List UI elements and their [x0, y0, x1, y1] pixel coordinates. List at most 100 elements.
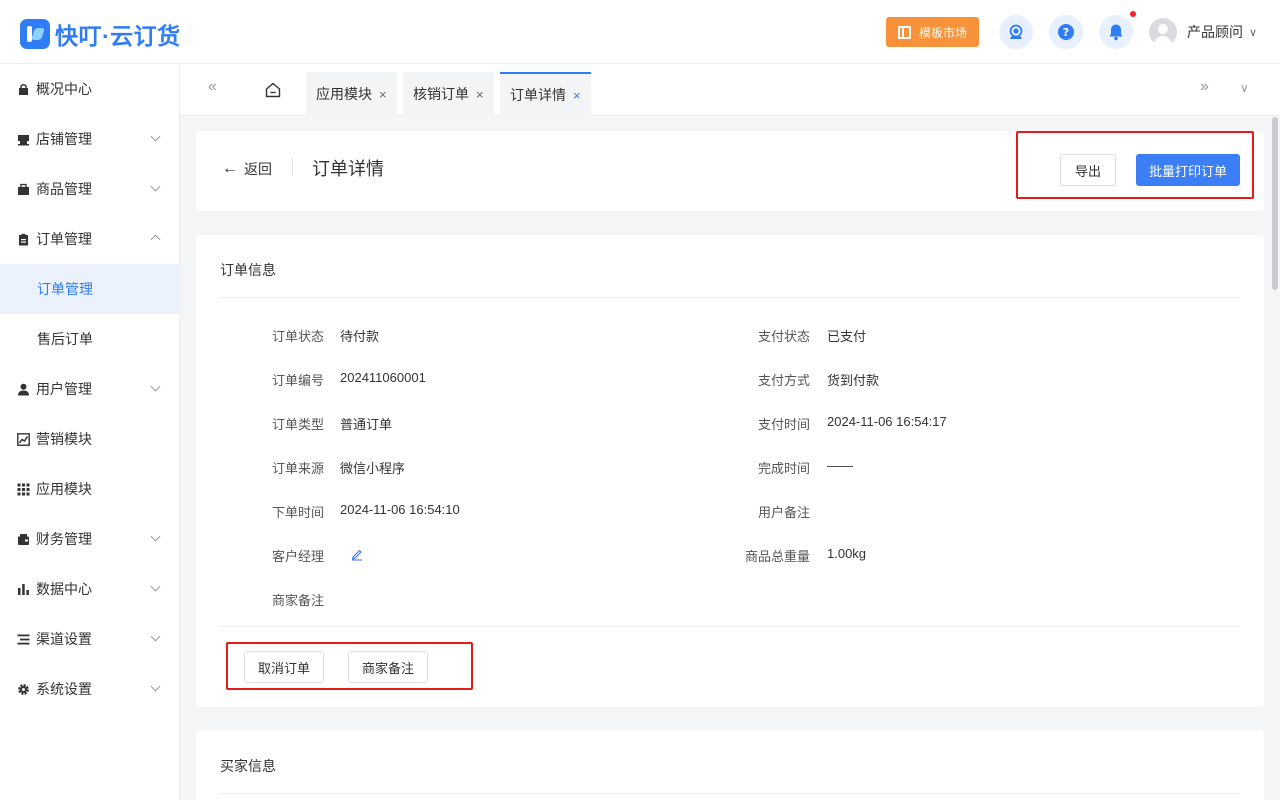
chart-line-icon [17, 432, 30, 446]
chevron-down-icon [150, 131, 161, 142]
user-name: 产品顾问 [1187, 24, 1243, 40]
tab-order-detail[interactable]: 订单详情 × [500, 72, 591, 116]
sidebar-item-label: 渠道设置 [36, 631, 92, 647]
sidebar-subitem-label: 售后订单 [37, 331, 93, 347]
field-label: 支付状态 [757, 329, 810, 344]
field-label: 订单状态 [271, 329, 324, 344]
close-icon[interactable]: × [573, 88, 581, 103]
sidebar-item-label: 商品管理 [36, 181, 92, 197]
sidebar-item-apps[interactable]: 应用模块 [0, 464, 179, 514]
headset-icon [1009, 24, 1023, 39]
gear-icon [17, 683, 30, 696]
template-market-button[interactable]: 模板市场 [886, 17, 979, 47]
sidebar-subitem-order-management[interactable]: 订单管理 [0, 264, 179, 314]
home-icon[interactable] [264, 81, 282, 99]
sidebar-item-label: 系统设置 [36, 681, 92, 697]
svg-text:?: ? [1063, 26, 1069, 39]
sidebar-item-label: 店铺管理 [36, 131, 92, 147]
field-label: 订单类型 [271, 417, 324, 432]
sidebar-item-label: 财务管理 [36, 531, 92, 547]
field-value-finish-time: —— [827, 458, 853, 473]
field-value-order-no: 202411060001 [340, 370, 426, 385]
field-value-order-source: 微信小程序 [340, 461, 406, 476]
sidebar-item-label: 数据中心 [36, 581, 92, 597]
sidebar-item-label: 营销模块 [36, 431, 92, 447]
sidebar-item-system[interactable]: 系统设置 [0, 664, 179, 714]
sidebar-item-goods[interactable]: 商品管理 [0, 164, 179, 214]
tab-label: 核销订单 [413, 86, 469, 102]
help-button[interactable]: ? [1049, 15, 1083, 49]
tabs-bar: « 应用模块 × 核销订单 × 订单详情 × » ∨ [180, 64, 1280, 116]
field-value-order-time: 2024-11-06 16:54:10 [340, 502, 460, 517]
notification-button[interactable] [1099, 15, 1133, 49]
tab-verify-orders[interactable]: 核销订单 × [403, 72, 494, 116]
buyer-info-card: 买家信息 [196, 730, 1264, 800]
sidebar-item-label: 概况中心 [36, 81, 92, 97]
field-label: 完成时间 [757, 461, 810, 476]
sidebar-item-label: 应用模块 [36, 481, 92, 497]
field-value-total-weight: 1.00kg [827, 546, 867, 561]
section-title: 订单信息 [220, 262, 276, 278]
back-button[interactable]: ← 返回 [222, 159, 272, 179]
tabs-scroll-right-icon[interactable]: » [1200, 78, 1209, 96]
chevron-up-icon [150, 234, 161, 245]
close-icon[interactable]: × [476, 87, 484, 102]
sidebar-item-label: 订单管理 [36, 231, 92, 247]
logo-text: 快叮·云订货 [55, 23, 181, 49]
sidebar-item-marketing[interactable]: 营销模块 [0, 414, 179, 464]
divider [220, 626, 1240, 627]
tabs-scroll-left-icon[interactable]: « [208, 78, 217, 96]
field-value-pay-time: 2024-11-06 16:54:17 [827, 414, 947, 429]
notification-badge [1130, 11, 1136, 17]
field-label: 订单编号 [271, 373, 324, 388]
field-value-pay-status: 已支付 [827, 329, 867, 344]
order-info-card: 订单信息 订单状态 待付款 订单编号 202411060001 订单类型 普通订… [196, 235, 1264, 707]
template-market-label: 模板市场 [918, 25, 967, 40]
field-label: 客户经理 [271, 549, 324, 564]
highlight-box-order-actions [226, 642, 473, 690]
chevron-down-icon [150, 681, 161, 692]
chevron-down-icon [150, 381, 161, 392]
sidebar-item-orders[interactable]: 订单管理 [0, 214, 179, 264]
clipboard-icon [17, 233, 30, 246]
sidebar-item-data-center[interactable]: 数据中心 [0, 564, 179, 614]
chevron-down-icon [150, 531, 161, 542]
field-label: 商家备注 [271, 593, 324, 608]
close-icon[interactable]: × [379, 87, 387, 102]
field-label: 支付时间 [757, 417, 810, 432]
top-header: 快叮·云订货 模板市场 ? 产品顾问 ∨ [0, 0, 1280, 64]
shop-bag-icon [17, 83, 30, 96]
sidebar-subitem-after-sales[interactable]: 售后订单 [0, 314, 179, 364]
field-label: 下单时间 [271, 505, 324, 520]
chevron-down-icon [150, 581, 161, 592]
bell-icon [1109, 24, 1123, 41]
sidebar-item-label: 用户管理 [36, 381, 92, 397]
chevron-down-icon [150, 181, 161, 192]
user-menu[interactable]: 产品顾问 ∨ [1149, 18, 1257, 46]
customer-service-button[interactable] [999, 15, 1033, 49]
field-label: 用户备注 [757, 505, 810, 520]
grid-icon [17, 483, 30, 496]
page-title: 订单详情 [312, 159, 384, 179]
sidebar-item-store[interactable]: 店铺管理 [0, 114, 179, 164]
tab-label: 订单详情 [510, 87, 566, 103]
chevron-down-icon: ∨ [1249, 26, 1258, 39]
wallet-icon [17, 533, 30, 546]
tabs-dropdown-icon[interactable]: ∨ [1240, 81, 1249, 95]
section-title: 买家信息 [220, 758, 276, 774]
avatar [1149, 18, 1177, 46]
sidebar-item-channel[interactable]: 渠道设置 [0, 614, 179, 664]
field-value-order-type: 普通订单 [340, 417, 393, 432]
field-label: 订单来源 [271, 461, 324, 476]
user-icon [17, 383, 30, 396]
scrollbar-thumb[interactable] [1272, 117, 1278, 290]
sidebar-item-users[interactable]: 用户管理 [0, 364, 179, 414]
arrow-left-icon: ← [222, 160, 238, 177]
logo[interactable]: 快叮·云订货 [20, 17, 181, 51]
chevron-down-icon [150, 631, 161, 642]
tab-app-module[interactable]: 应用模块 × [306, 72, 397, 116]
edit-pencil-icon[interactable] [350, 547, 364, 561]
goods-icon [17, 183, 30, 196]
sidebar-item-finance[interactable]: 财务管理 [0, 514, 179, 564]
sidebar-item-overview[interactable]: 概况中心 [0, 64, 179, 114]
